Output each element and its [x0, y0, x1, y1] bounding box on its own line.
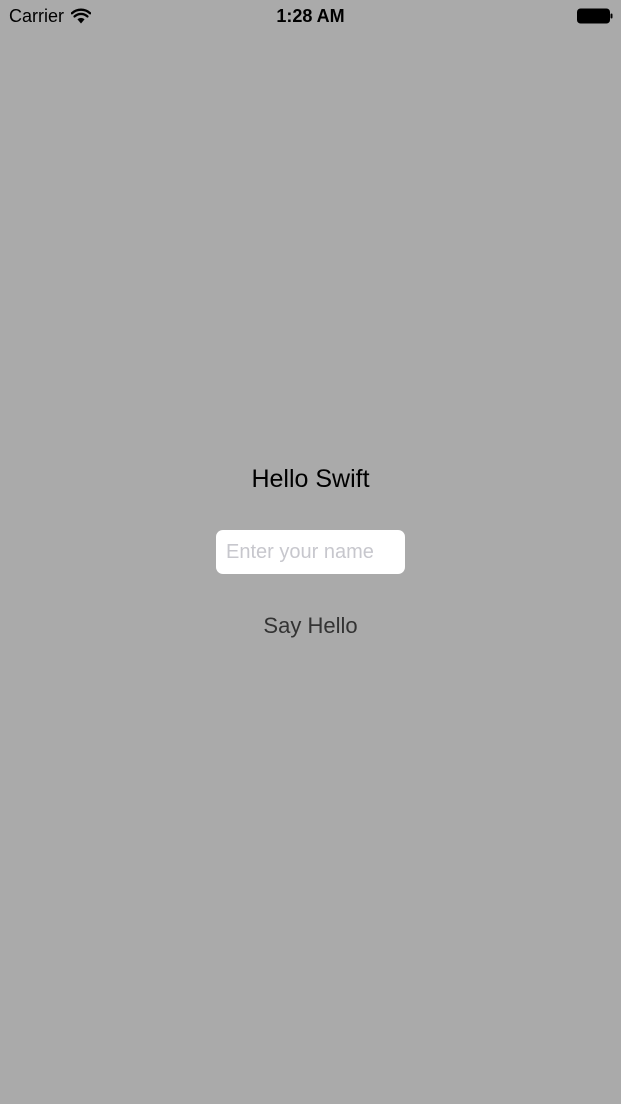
greeting-title: Hello Swift [251, 465, 370, 493]
name-input[interactable] [216, 530, 405, 574]
status-bar: Carrier 1:28 AM [0, 0, 621, 32]
status-time: 1:28 AM [276, 6, 345, 26]
say-hello-button[interactable]: Say Hello [220, 606, 401, 646]
battery-icon [577, 8, 613, 24]
